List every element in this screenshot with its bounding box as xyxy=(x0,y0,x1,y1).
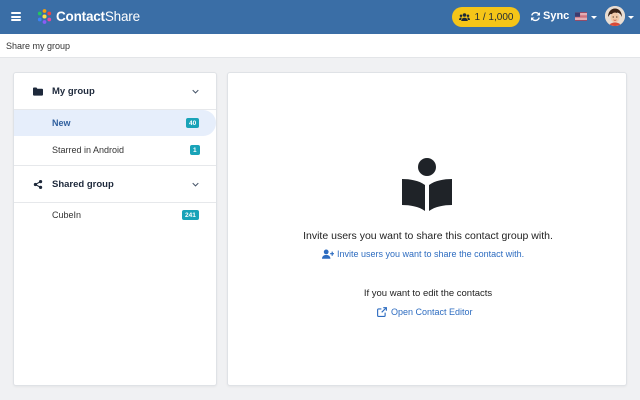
sync-label: Sync xyxy=(543,10,570,22)
sidebar-item-label: Starred in Android xyxy=(52,145,125,155)
breadcrumb: Share my group xyxy=(6,41,71,51)
users-icon xyxy=(458,13,470,21)
share-icon xyxy=(33,179,43,189)
group-label: My group xyxy=(52,85,95,97)
top-navbar: ContactShare 1 / 1,000 Sync xyxy=(0,0,640,34)
sync-button[interactable]: Sync xyxy=(530,10,569,22)
sidebar-item-label: CubeIn xyxy=(52,210,82,220)
user-avatar[interactable] xyxy=(605,6,625,26)
count-badge: 40 xyxy=(186,118,200,128)
folder-icon xyxy=(33,86,43,96)
group-header-shared-group[interactable]: Shared group xyxy=(14,166,216,202)
invite-users-link[interactable]: Invite users you want to share the conta… xyxy=(322,249,524,259)
sidebar-item-new[interactable]: New 40 xyxy=(14,110,216,136)
contactshare-logo-icon xyxy=(37,9,52,24)
user-plus-icon xyxy=(322,249,334,259)
sync-icon xyxy=(530,11,541,21)
app-logo[interactable]: ContactShare xyxy=(36,8,140,25)
count-badge: 241 xyxy=(182,210,199,220)
reading-person-icon xyxy=(402,158,452,211)
group-sidebar: My group New 40 Starred in Android 1 Sha… xyxy=(13,72,217,386)
group-header-my-group[interactable]: My group xyxy=(14,73,216,109)
breadcrumb-bar: Share my group xyxy=(0,34,640,58)
avatar-image-icon xyxy=(605,6,625,26)
app-name: ContactShare xyxy=(56,9,140,24)
contact-count-text: 1 / 1,000 xyxy=(474,11,514,23)
menu-icon[interactable] xyxy=(11,12,21,21)
open-contact-editor-link[interactable]: Open Contact Editor xyxy=(377,307,473,317)
group-label: Shared group xyxy=(52,178,114,190)
share-panel: Invite users you want to share this cont… xyxy=(227,72,627,386)
invite-heading: Invite users you want to share this cont… xyxy=(303,230,553,242)
count-badge: 1 xyxy=(190,145,200,155)
user-menu-caret-icon[interactable] xyxy=(628,16,634,19)
language-dropdown-caret-icon[interactable] xyxy=(591,16,597,19)
flag-us-icon[interactable] xyxy=(575,12,587,21)
invite-users-link-text: Invite users you want to share the conta… xyxy=(337,249,525,259)
edit-heading: If you want to edit the contacts xyxy=(363,288,493,299)
external-link-icon xyxy=(377,307,387,317)
sidebar-item-label: New xyxy=(52,118,71,128)
contact-count-button[interactable]: 1 / 1,000 xyxy=(452,7,520,27)
sidebar-item-cubein[interactable]: CubeIn 241 xyxy=(14,202,216,228)
sidebar-item-starred-in-android[interactable]: Starred in Android 1 xyxy=(14,137,216,163)
open-contact-editor-link-text: Open Contact Editor xyxy=(391,307,473,317)
chevron-down-icon[interactable] xyxy=(192,182,199,187)
chevron-down-icon[interactable] xyxy=(192,89,199,94)
